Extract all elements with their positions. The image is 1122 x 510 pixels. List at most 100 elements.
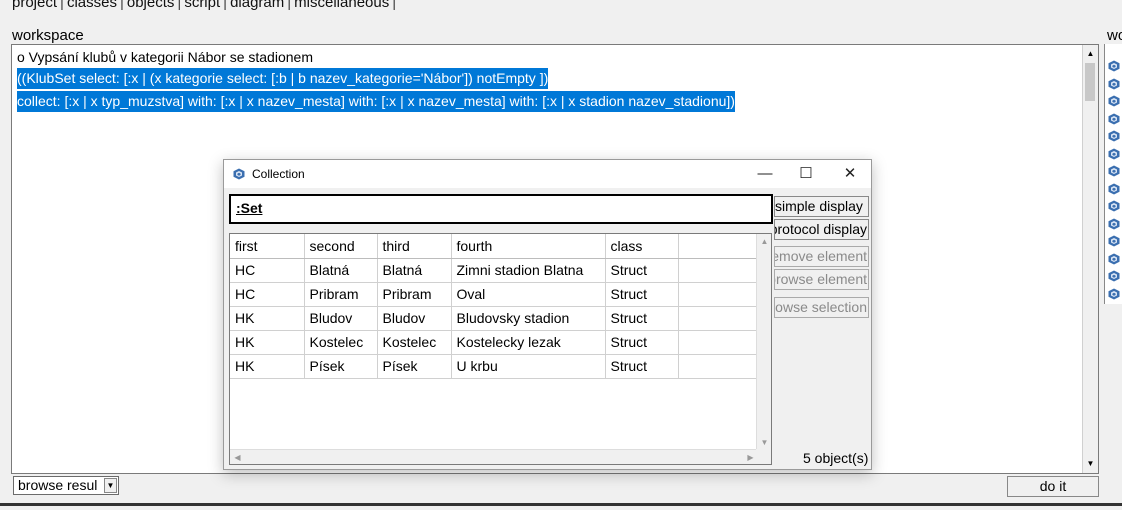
cube-icon[interactable] bbox=[1108, 165, 1120, 177]
remove-element-button[interactable]: remove element bbox=[774, 246, 869, 267]
top-menu: project | classes | objects | script | diagram | m… bbox=[0, 0, 1122, 22]
menu-separator: | bbox=[60, 0, 64, 11]
table-cell bbox=[678, 282, 759, 307]
table-cell: Pribram bbox=[304, 282, 378, 307]
cube-icon[interactable] bbox=[1108, 200, 1120, 212]
do-it-button[interactable]: do it bbox=[1007, 476, 1099, 497]
cube-icon[interactable] bbox=[1108, 253, 1120, 265]
dropdown-arrow-icon[interactable]: ▼ bbox=[104, 478, 117, 493]
simple-display-button[interactable]: simple display bbox=[774, 196, 869, 217]
set-header-field: :Set bbox=[229, 194, 773, 224]
menu-project[interactable]: project bbox=[12, 0, 57, 11]
column-header-first[interactable]: first bbox=[230, 234, 305, 259]
cube-icon[interactable] bbox=[1108, 235, 1120, 247]
menu-classes[interactable]: classes bbox=[67, 0, 117, 11]
browse-selection-label: browse selection bbox=[775, 299, 867, 315]
minimize-icon[interactable]: — bbox=[745, 164, 785, 184]
table-cell: HK bbox=[230, 330, 305, 355]
scroll-down-icon[interactable]: ▼ bbox=[1083, 457, 1098, 471]
table-horizontal-scrollbar[interactable]: ◀ ▶ bbox=[230, 449, 758, 464]
cube-icon[interactable] bbox=[1108, 148, 1120, 160]
set-label: :Set bbox=[236, 200, 263, 216]
cube-icon[interactable] bbox=[1108, 270, 1120, 282]
browse-element-button[interactable]: browse element bbox=[774, 269, 869, 290]
menu-separator: | bbox=[223, 0, 228, 11]
menu-script[interactable]: script bbox=[184, 0, 220, 11]
collection-table-view[interactable]: first second third fourth class HC Blatn… bbox=[229, 233, 772, 465]
close-icon[interactable]: ✕ bbox=[830, 164, 870, 184]
column-header-empty bbox=[678, 234, 759, 259]
table-cell: Struct bbox=[605, 354, 679, 379]
column-header-fourth[interactable]: fourth bbox=[451, 234, 606, 259]
table-cell: Bludov bbox=[377, 306, 452, 331]
table-cell bbox=[678, 330, 759, 355]
menu-separator: | bbox=[119, 0, 124, 11]
cube-icon[interactable] bbox=[1108, 95, 1120, 107]
scroll-down-icon[interactable]: ▼ bbox=[757, 435, 771, 450]
cube-icon[interactable] bbox=[1108, 183, 1120, 195]
table-cell: HK bbox=[230, 306, 305, 331]
simple-display-label: simple display bbox=[775, 198, 863, 214]
table-cell: Struct bbox=[605, 282, 679, 307]
column-header-class[interactable]: class bbox=[605, 234, 679, 259]
table-header-row: first second third fourth class bbox=[230, 234, 759, 259]
table-cell: Oval bbox=[451, 282, 606, 307]
cube-icon[interactable] bbox=[1108, 113, 1120, 125]
menu-separator: | bbox=[392, 0, 397, 11]
cube-icon[interactable] bbox=[1108, 218, 1120, 230]
collection-table: first second third fourth class HC Blatn… bbox=[230, 234, 759, 379]
table-cell: Písek bbox=[377, 354, 452, 379]
cube-icon[interactable] bbox=[1108, 288, 1120, 300]
column-header-third[interactable]: third bbox=[377, 234, 452, 259]
menu-diagram[interactable]: diagram bbox=[230, 0, 284, 11]
browse-selection-button[interactable]: browse selection bbox=[774, 297, 869, 318]
menu-separator: | bbox=[287, 0, 292, 11]
workspace-label: workspace bbox=[12, 27, 84, 44]
cube-icon[interactable] bbox=[1108, 60, 1120, 72]
scroll-left-icon[interactable]: ◀ bbox=[230, 450, 245, 464]
table-cell: Pribram bbox=[377, 282, 452, 307]
workspace-comment-line: o Vypsání klubů v kategorii Nábor se sta… bbox=[17, 49, 313, 65]
table-row[interactable]: HC Blatná Blatná Zimni stadion Blatna St… bbox=[230, 258, 759, 283]
table-cell: U krbu bbox=[451, 354, 606, 379]
table-cell: Kostelec bbox=[377, 330, 452, 355]
cube-icon bbox=[233, 168, 245, 180]
browse-select-value: browse resul bbox=[18, 477, 98, 493]
cube-icon[interactable] bbox=[1108, 130, 1120, 142]
scroll-up-icon[interactable]: ▲ bbox=[757, 234, 771, 249]
table-row[interactable]: HK Písek Písek U krbu Struct bbox=[230, 354, 759, 379]
workspace-selected-line: ((KlubSet select: [:x | (x kategorie sel… bbox=[17, 68, 549, 89]
table-cell: Zimni stadion Blatna bbox=[451, 258, 606, 283]
remove-element-label: remove element bbox=[774, 248, 867, 264]
maximize-icon[interactable]: ☐ bbox=[786, 164, 826, 184]
table-cell bbox=[678, 306, 759, 331]
scroll-thumb[interactable] bbox=[1085, 63, 1095, 101]
menu-miscellaneous[interactable]: miscellaneous bbox=[294, 0, 389, 11]
scroll-up-icon[interactable]: ▲ bbox=[1083, 47, 1098, 61]
table-cell: Bludov bbox=[304, 306, 378, 331]
table-cell: Blatná bbox=[377, 258, 452, 283]
workspace-selected-line: collect: [:x | x typ_muzstva] with: [:x … bbox=[17, 91, 735, 112]
column-header-second[interactable]: second bbox=[304, 234, 378, 259]
bottom-divider bbox=[0, 503, 1122, 506]
table-cell: Struct bbox=[605, 330, 679, 355]
protocol-display-label: protocol display bbox=[774, 221, 867, 237]
browse-result-select[interactable]: browse resul ▼ bbox=[13, 476, 119, 495]
table-cell: Bludovsky stadion bbox=[451, 306, 606, 331]
scrollbar-corner bbox=[756, 449, 771, 464]
table-cell: HK bbox=[230, 354, 305, 379]
cube-icon[interactable] bbox=[1108, 78, 1120, 90]
menu-objects[interactable]: objects bbox=[127, 0, 175, 11]
table-row[interactable]: HC Pribram Pribram Oval Struct bbox=[230, 282, 759, 307]
table-row[interactable]: HK Kostelec Kostelec Kostelecky lezak St… bbox=[230, 330, 759, 355]
table-vertical-scrollbar[interactable]: ▲ ▼ bbox=[756, 234, 771, 450]
table-cell: Kostelecky lezak bbox=[451, 330, 606, 355]
dialog-title-bar[interactable]: Collection — ☐ ✕ bbox=[224, 160, 871, 188]
table-cell: Struct bbox=[605, 306, 679, 331]
table-cell: Písek bbox=[304, 354, 378, 379]
table-row[interactable]: HK Bludov Bludov Bludovsky stadion Struc… bbox=[230, 306, 759, 331]
table-cell: HC bbox=[230, 282, 305, 307]
workspace-scrollbar[interactable]: ▲ ▼ bbox=[1082, 45, 1098, 473]
protocol-display-button[interactable]: protocol display bbox=[774, 219, 869, 240]
collection-dialog: Collection — ☐ ✕ :Set first second third… bbox=[223, 159, 872, 470]
